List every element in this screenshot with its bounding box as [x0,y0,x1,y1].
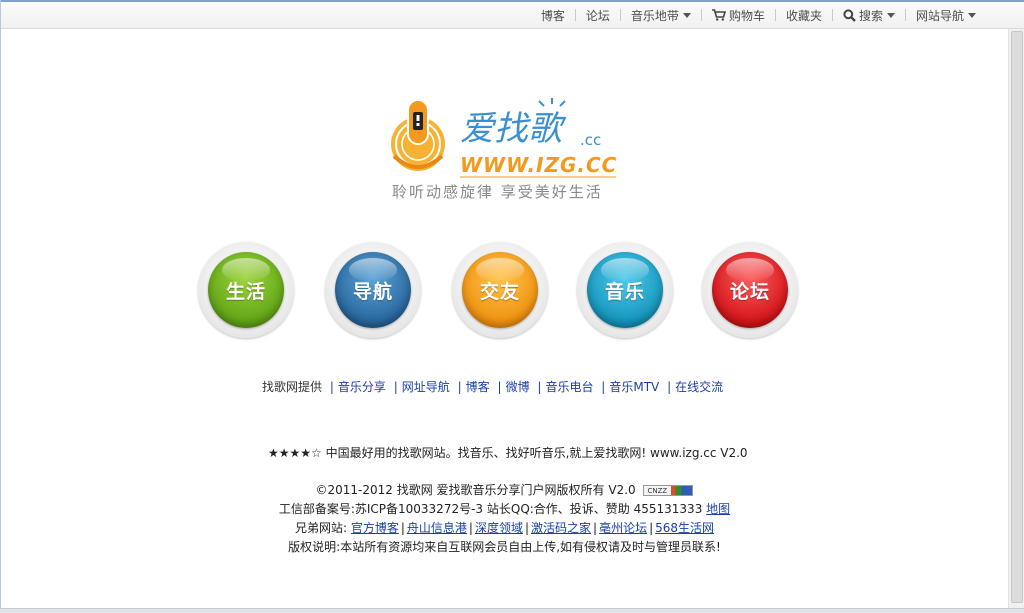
vertical-scrollbar[interactable] [1008,29,1024,608]
topnav-blog-label: 博客 [540,8,565,23]
music-button-label: 音乐 [604,280,645,303]
logo-suffix: .cc [580,131,601,149]
topnav-music-zone-dropdown[interactable]: 音乐地带 [631,7,691,24]
topnav-separator [574,9,576,21]
window-bottom-border [0,608,1024,613]
footer-copyright: ©2011-2012 找歌网 爱找歌音乐分享门户网版权所有 V2.0 [315,483,636,497]
footer-map-link[interactable]: 地图 [706,502,730,516]
topnav-favorites[interactable]: 收藏夹 [786,7,822,24]
friend-link-activation-code[interactable]: 激活码之家 [531,521,591,535]
footer-icp-line: 工信部备案号:苏ICP备10033272号-3 站长QQ:合作、投诉、赞助 45… [0,500,1009,519]
topnav-site-nav-label: 网站导航 [915,8,964,23]
topnav-search-dropdown[interactable]: 搜索 [843,7,895,24]
link-music-mtv[interactable]: 音乐MTV [609,380,659,394]
footer-icp: 工信部备案号:苏ICP备10033272号-3 站长QQ:合作、投诉、赞助 45… [278,502,703,516]
logo-sun-rays-icon [538,98,566,107]
footer-friends-line: 兄弟网站: 官方博客 | 舟山信息港 | 深度领域 | 激活码之家 | 亳州论坛 | 568生活网 [294,521,715,535]
chevron-down-icon [886,12,895,18]
logo-emblem-icon [391,99,445,171]
topnav-forum-label: 论坛 [585,8,610,23]
friends-button-label: 交友 [479,280,520,303]
topnav-separator [774,9,776,21]
topnav-blog[interactable]: 博客 [541,7,565,24]
footer: ©2011-2012 找歌网 爱找歌音乐分享门户网版权所有 V2.0 CNZZ … [0,481,1009,557]
service-links-prefix: 找歌网提供 [262,380,323,394]
friend-link-official-blog[interactable]: 官方博客 [351,521,399,535]
friends-button[interactable]: 交友 [452,242,548,338]
link-weibo[interactable]: 微博 [506,380,530,394]
footer-notice: 版权说明:本站所有资源均来自互联网会员自由上传,如有侵权请及时与管理员联系! [288,540,721,554]
friend-link-568-life[interactable]: 568生活网 [655,521,714,535]
topnav-separator [700,9,702,21]
logo-name: 爱找歌 [460,109,567,149]
topnav-separator [904,9,906,21]
life-button[interactable]: 生活 [198,242,294,338]
logo-url-text: WWW.IZG.CC [460,153,617,177]
topnav-cart-label: 购物车 [728,8,765,23]
topnav-forum[interactable]: 论坛 [586,7,610,24]
chevron-down-icon [968,12,976,18]
link-url-nav[interactable]: 网址导航 [402,380,450,394]
link-music-radio[interactable]: 音乐电台 [545,380,593,394]
life-button-label: 生活 [225,280,266,303]
service-links-row: 找歌网提供 | 音乐分享 | 网址导航 | 博客 | 微博 | 音乐电台 | 音乐MTV |… [262,380,724,394]
cnzz-stats-badge[interactable]: CNZZ [643,485,694,496]
forum-button-label: 论坛 [729,280,770,303]
friend-link-bozhou-forum[interactable]: 亳州论坛 [599,521,647,535]
footer-friends-label: 兄弟网站: [294,521,347,535]
topnav-separator [619,9,621,21]
music-button[interactable]: 音乐 [577,242,673,338]
cart-icon [711,9,726,21]
site-tagline: ★★★★☆ 中国最好用的找歌网站。找音乐、找好听音乐,就上爱找歌网! www.i… [268,446,748,460]
friend-link-deepin[interactable]: 深度领域 [475,521,523,535]
link-online-chat[interactable]: 在线交流 [675,380,723,394]
footer-copyright-line: ©2011-2012 找歌网 爱找歌音乐分享门户网版权所有 V2.0 CNZZ [0,481,1009,500]
topnav-site-nav-dropdown[interactable]: 网站导航 [916,7,976,24]
topnav-cart[interactable]: 购物车 [711,7,765,24]
top-nav: 博客 论坛 音乐地带 购物车 收藏夹 搜索 网站导航 [541,2,976,28]
navigation-button-label: 导航 [352,280,393,303]
search-icon [843,8,856,22]
topnav-separator [831,9,833,21]
forum-button[interactable]: 论坛 [702,242,798,338]
link-blog[interactable]: 博客 [466,380,490,394]
topnav-search-label: 搜索 [858,8,883,23]
navigation-button[interactable]: 导航 [325,242,421,338]
top-bar: 博客 论坛 音乐地带 购物车 收藏夹 搜索 网站导航 [1,2,1024,29]
site-slogan: 聆听动感旋律 享受美好生活 [392,183,603,201]
scrollbar-thumb[interactable] [1011,31,1023,603]
link-music-share[interactable]: 音乐分享 [338,380,386,394]
topnav-favorites-label: 收藏夹 [785,8,822,23]
topnav-music-zone-label: 音乐地带 [630,8,679,23]
friend-link-zhoushan[interactable]: 舟山信息港 [407,521,467,535]
chevron-down-icon [682,12,691,18]
